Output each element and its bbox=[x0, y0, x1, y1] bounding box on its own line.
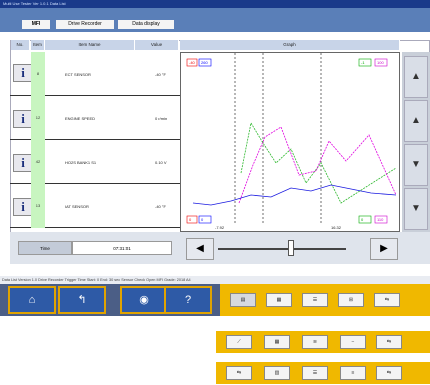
graph-label-top-left: 260 bbox=[201, 60, 208, 65]
swap-icon: ⇆ bbox=[236, 370, 242, 376]
list-icon: ▤ bbox=[240, 297, 246, 303]
toolbar-button[interactable]: ⇆ bbox=[226, 366, 252, 380]
graph-time-end: 16.32 bbox=[331, 225, 342, 230]
item-value: 0 r/min bbox=[155, 116, 168, 121]
back-button[interactable]: ↰ bbox=[58, 286, 106, 314]
info-button[interactable]: i bbox=[13, 198, 33, 216]
bar-chart-icon: ▥ bbox=[274, 370, 280, 376]
header-value: Value bbox=[135, 40, 179, 50]
header-no: No. bbox=[11, 40, 30, 50]
graph-label-bottom-right: 110 bbox=[377, 217, 384, 222]
swap-icon: ⇆ bbox=[386, 339, 392, 345]
graph-label-top-right: 100 bbox=[377, 60, 384, 65]
graph-series-magenta bbox=[238, 126, 397, 204]
minus-icon: − bbox=[351, 339, 355, 345]
vertical-scrollbar[interactable]: ▲ ▲ ▼ ▼ bbox=[402, 52, 430, 232]
bars-icon: ≡ bbox=[351, 370, 355, 376]
seek-back-button[interactable]: ◀ bbox=[186, 238, 214, 260]
window-title: Multi Use Tester Ver 1.0.1 Data List bbox=[3, 1, 66, 6]
toolbar-button[interactable]: ≋ bbox=[302, 335, 328, 349]
info-button[interactable]: i bbox=[13, 64, 33, 82]
toolbar-panel: ▤ ▦ ☰ ⊞ ⇆ bbox=[220, 284, 430, 316]
split-icon: ⊞ bbox=[348, 297, 354, 303]
camera-icon: ◉ bbox=[139, 294, 149, 306]
list-view-button[interactable]: ▤ bbox=[230, 293, 256, 307]
header-item-no: Item No. bbox=[31, 40, 45, 57]
tab-drive-recorder[interactable]: Drive Recorder bbox=[56, 20, 114, 29]
scroll-top-button[interactable]: ▲ bbox=[404, 56, 428, 98]
bottom-bar: ⌂ ↰ ◉ ? ▤ ▦ ☰ ⊞ ⇆ bbox=[0, 284, 430, 316]
split-view-button[interactable]: ⊞ bbox=[338, 293, 364, 307]
status-bar: Data List Version 1.0 Drive Recorder Tri… bbox=[0, 276, 430, 284]
item-number: 13 bbox=[31, 184, 45, 228]
toolbar-button[interactable]: − bbox=[340, 335, 366, 349]
graph-series-green bbox=[240, 121, 397, 204]
table-view-button[interactable]: ☰ bbox=[302, 293, 328, 307]
help-icon: ? bbox=[184, 294, 192, 306]
toolbar-button[interactable]: ⟋ bbox=[226, 335, 252, 349]
swap-button[interactable]: ⇆ bbox=[374, 293, 400, 307]
graph-svg: -40 260 -1 100 0 0 0 110 -7.92 16.32 bbox=[186, 53, 397, 230]
chart-icon: ⟋ bbox=[237, 339, 241, 345]
toolbar-button[interactable]: ☰ bbox=[302, 366, 328, 380]
item-value: -40 °F bbox=[155, 204, 166, 209]
home-icon: ⌂ bbox=[28, 294, 36, 306]
time-slider-track[interactable] bbox=[218, 248, 346, 250]
help-button[interactable]: ? bbox=[164, 286, 212, 314]
scroll-bottom-button[interactable]: ▼ bbox=[404, 188, 428, 230]
toolbar-button[interactable]: ▦ bbox=[264, 335, 290, 349]
status-text: Data List Version 1.0 Drive Recorder Tri… bbox=[2, 278, 191, 282]
window-titlebar: Multi Use Tester Ver 1.0.1 Data List bbox=[0, 0, 430, 8]
graph-time-start: -7.92 bbox=[215, 225, 225, 230]
time-value: 07:31:01 bbox=[72, 241, 172, 255]
header-graph: Graph bbox=[180, 40, 400, 50]
graph-label-top-left: -40 bbox=[189, 60, 196, 65]
info-button[interactable]: i bbox=[13, 110, 33, 128]
item-value: 0.10 V bbox=[155, 160, 167, 165]
toolbar-button[interactable]: ▥ bbox=[264, 366, 290, 380]
home-button[interactable]: ⌂ bbox=[8, 286, 56, 314]
item-number: 12 bbox=[31, 96, 45, 140]
header-item-name: Item Name bbox=[45, 40, 135, 50]
item-number: 8 bbox=[31, 52, 45, 96]
tab-strip: MFI Drive Recorder Data display bbox=[0, 8, 430, 32]
graph-series-blue bbox=[192, 184, 397, 206]
graph-view-button[interactable]: ▦ bbox=[266, 293, 292, 307]
toolbar-panel-2: ⟋ ▦ ≋ − ⇆ bbox=[216, 331, 430, 353]
info-button[interactable]: i bbox=[13, 154, 33, 172]
table-icon: ☰ bbox=[312, 297, 318, 303]
scroll-down-button[interactable]: ▼ bbox=[404, 144, 428, 186]
toolbar-button[interactable]: ≡ bbox=[340, 366, 366, 380]
scroll-up-button[interactable]: ▲ bbox=[404, 100, 428, 142]
capture-button[interactable]: ◉ bbox=[120, 286, 168, 314]
toolbar-button[interactable]: ⇆ bbox=[376, 366, 402, 380]
graph-area: -40 260 -1 100 0 0 0 110 -7.92 16.32 bbox=[180, 52, 400, 232]
grid-icon: ▦ bbox=[274, 339, 280, 345]
tab-mfi[interactable]: MFI bbox=[22, 20, 50, 29]
time-slider-thumb[interactable] bbox=[288, 240, 294, 256]
tab-data-display[interactable]: Data display bbox=[118, 20, 174, 29]
item-value: -40 °F bbox=[155, 72, 166, 77]
toolbar-button[interactable]: ⇆ bbox=[376, 335, 402, 349]
graph-icon: ≋ bbox=[312, 339, 318, 345]
toolbar-panel-3: ⇆ ▥ ☰ ≡ ⇆ bbox=[216, 362, 430, 384]
graph-icon: ▦ bbox=[276, 297, 282, 303]
swap-icon: ⇆ bbox=[384, 297, 390, 303]
time-label: Time bbox=[18, 241, 72, 255]
item-name: ENGINE SPEED bbox=[65, 116, 96, 121]
seek-forward-button[interactable]: ▶ bbox=[370, 238, 398, 260]
back-icon: ↰ bbox=[77, 294, 87, 306]
item-number: 42 bbox=[31, 140, 45, 184]
item-name: ECT SENSOR bbox=[65, 72, 91, 77]
swap-icon: ⇆ bbox=[386, 370, 392, 376]
item-name: HO2S BANK1 S1 bbox=[65, 160, 97, 165]
list-icon: ☰ bbox=[312, 370, 318, 376]
item-name: IAT SENSOR bbox=[65, 204, 89, 209]
